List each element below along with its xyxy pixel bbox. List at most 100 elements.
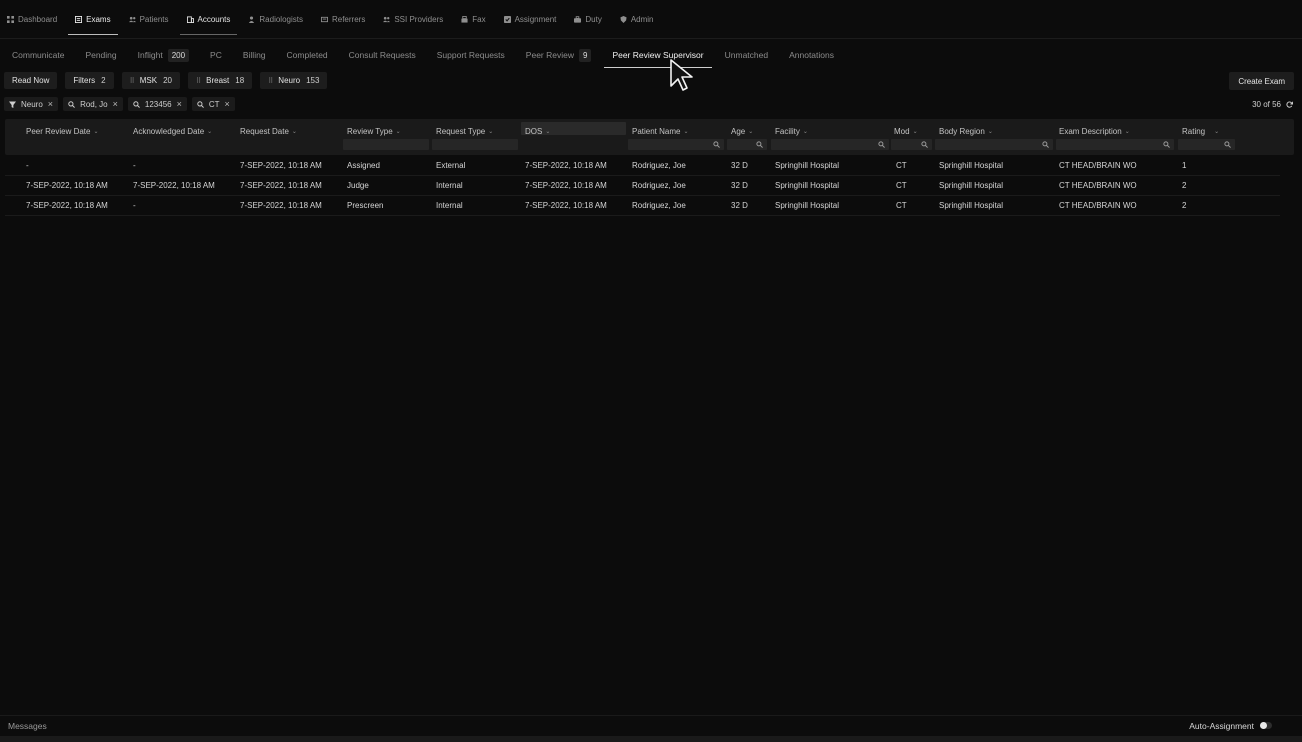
nav-ssi-providers[interactable]: SSI Providers [379,9,447,29]
cell-request-date: 7-SEP-2022, 10:18 AM [240,181,322,190]
close-icon[interactable]: × [177,99,182,109]
filter-chip[interactable]: CT × [191,97,235,111]
tab-label: Annotations [789,50,834,60]
filter-chip[interactable]: Rod, Jo × [63,97,123,111]
tab-billing[interactable]: Billing [243,45,266,65]
search-icon [713,141,720,148]
chevron-down-icon: ⌄ [93,128,99,135]
nav-assignment[interactable]: Assignment [500,9,561,29]
filters-button[interactable]: Filters 2 [65,72,114,89]
filter-chip[interactable]: Neuro × [4,97,59,111]
request-type-filter-input[interactable] [432,139,518,150]
facility-filter-input[interactable] [771,139,889,150]
cell-age: 32 D [731,201,748,210]
close-icon[interactable]: × [225,99,230,109]
filter-chip[interactable]: 123456 × [127,97,187,111]
tab-label: Communicate [12,50,65,60]
action-bar: Read Now Filters 2 ⠿ MSK 20 ⠿ Breast 18 ⠿ Neur… [4,72,328,89]
nav-label: Exams [86,14,111,24]
cell-dos: 7-SEP-2022, 10:18 AM [525,181,607,190]
exam-description-filter-input[interactable] [1056,139,1174,150]
column-header[interactable]: Request Date ⌄ [240,125,297,137]
column-header[interactable]: Peer Review Date ⌄ [26,125,99,137]
search-icon [878,141,885,148]
top-navigation: Dashboard Exams Patients Accounts Radiol… [0,0,1302,39]
cell-review-type: Judge [347,181,369,190]
tab-completed[interactable]: Completed [287,45,328,65]
cell-rating: 2 [1182,181,1187,190]
chevron-down-icon: ⌄ [395,128,401,135]
cell-mod: CT [896,201,907,210]
refresh-icon[interactable] [1286,101,1293,108]
mod-filter-input[interactable] [891,139,932,150]
body-region-filter-input[interactable] [935,139,1053,150]
tab-unmatched[interactable]: Unmatched [725,45,768,65]
tab-consult-requests[interactable]: Consult Requests [349,45,416,65]
column-header[interactable]: Review Type ⌄ [347,125,401,137]
tab-peer-review[interactable]: Peer Review 9 [526,45,592,65]
cell-patient-name: Rodriguez, Joe [632,161,686,170]
cell-dos: 7-SEP-2022, 10:18 AM [525,161,607,170]
bottom-strip [0,736,1302,742]
table-row[interactable]: 7-SEP-2022, 10:18 AM 7-SEP-2022, 10:18 A… [5,176,1280,196]
chevron-down-icon: ⌄ [748,128,754,135]
preset-breast-button[interactable]: ⠿ Breast 18 [187,72,253,89]
tab-support-requests[interactable]: Support Requests [437,45,505,65]
tab-pending[interactable]: Pending [85,45,116,65]
nav-dashboard[interactable]: Dashboard [3,9,61,29]
button-label: Create Exam [1238,76,1285,86]
tab-communicate[interactable]: Communicate [12,45,64,65]
preset-label: MSK [139,76,158,85]
column-header[interactable]: Facility ⌄ [775,125,808,137]
nav-patients[interactable]: Patients [125,9,173,29]
table-row[interactable]: 7-SEP-2022, 10:18 AM - 7-SEP-2022, 10:18… [5,196,1280,216]
footer-bar: Messages Auto-Assignment [0,715,1302,735]
column-header[interactable]: Rating ⌄ [1182,125,1219,137]
tab-inflight[interactable]: Inflight 200 [138,45,190,65]
table-row[interactable]: - - 7-SEP-2022, 10:18 AM Assigned Extern… [5,156,1280,176]
column-header[interactable]: Acknowledged Date ⌄ [133,125,212,137]
column-label: Mod [894,126,910,136]
shield-icon [620,15,627,23]
column-header[interactable]: DOS ⌄ [525,125,550,137]
nav-accounts[interactable]: Accounts [179,9,238,35]
preset-msk-button[interactable]: ⠿ MSK 20 [121,72,180,89]
tab-pc[interactable]: PC [210,45,222,65]
patient-name-filter-input[interactable] [628,139,724,150]
nav-referrers[interactable]: Referrers [317,9,369,29]
person-icon [249,15,255,23]
create-exam-button[interactable]: Create Exam [1229,72,1294,90]
nav-duty[interactable]: Duty [570,9,605,29]
close-icon[interactable]: × [48,99,53,109]
tab-label: Unmatched [724,50,769,60]
column-header[interactable]: Mod ⌄ [894,125,918,137]
age-filter-input[interactable] [727,139,767,150]
auto-assignment-toggle[interactable] [1260,722,1272,729]
active-filter-chips: Neuro × Rod, Jo × 123456 × CT × [4,97,235,111]
tab-annotations[interactable]: Annotations [789,45,834,65]
read-now-button[interactable]: Read Now [4,72,58,89]
close-icon[interactable]: × [113,99,118,109]
search-icon [756,141,763,148]
column-header[interactable]: Age ⌄ [731,125,753,137]
nav-radiologists[interactable]: Radiologists [244,9,307,29]
cell-patient-name: Rodriguez, Joe [632,201,686,210]
people-icon [383,16,391,22]
chevron-down-icon: ⌄ [291,128,297,135]
rating-filter-input[interactable] [1178,139,1235,150]
messages-link[interactable]: Messages [8,721,47,731]
cell-review-type: Prescreen [347,201,384,210]
preset-count: 153 [306,76,320,85]
column-header[interactable]: Patient Name ⌄ [632,125,689,137]
preset-neuro-button[interactable]: ⠿ Neuro 153 [260,72,328,89]
column-header[interactable]: Request Type ⌄ [436,125,493,137]
review-type-filter-input[interactable] [343,139,429,150]
tab-label: PC [210,50,222,60]
column-header[interactable]: Body Region ⌄ [939,125,993,137]
nav-exams[interactable]: Exams [68,9,119,35]
nav-fax[interactable]: Fax [457,9,489,29]
nav-admin[interactable]: Admin [616,9,658,29]
cell-exam-description: CT HEAD/BRAIN WO [1059,161,1137,170]
result-count-text: 30 of 56 [1252,99,1281,109]
column-header[interactable]: Exam Description ⌄ [1059,125,1130,137]
